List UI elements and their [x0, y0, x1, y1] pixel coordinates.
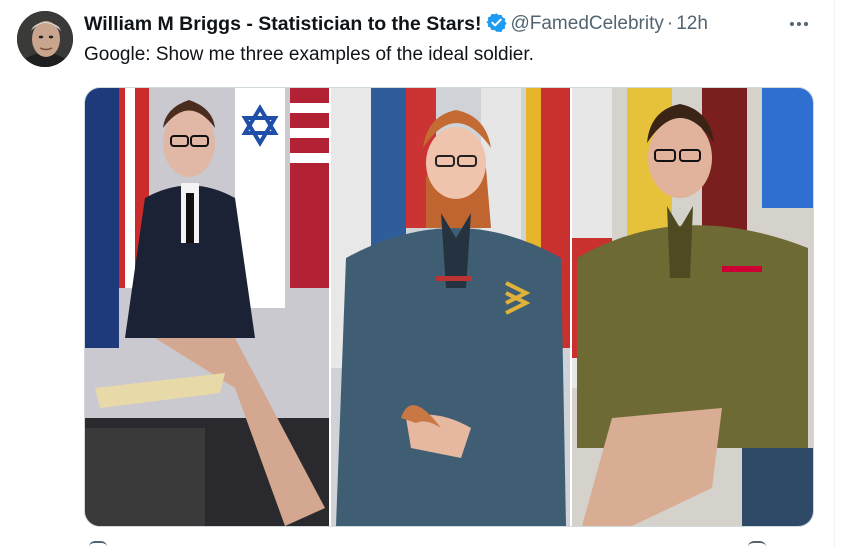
- timestamp[interactable]: 12h: [676, 13, 708, 34]
- separator-dot: ·: [666, 13, 674, 34]
- share-icon[interactable]: [748, 541, 766, 549]
- tweet-header: William M Briggs - Statistician to the S…: [84, 10, 813, 38]
- author-handle[interactable]: @FamedCelebrity: [510, 13, 663, 34]
- media-image-2[interactable]: [331, 88, 570, 526]
- verified-badge-icon: [486, 12, 508, 33]
- tweet-text: Google: Show me three examples of the id…: [84, 44, 534, 65]
- author-name[interactable]: William M Briggs - Statistician to the S…: [84, 13, 481, 35]
- reply-icon[interactable]: [89, 541, 107, 549]
- more-options-icon[interactable]: [787, 14, 811, 32]
- avatar[interactable]: [17, 11, 73, 67]
- media-image-3[interactable]: [572, 88, 813, 526]
- tweet-media-grid[interactable]: [84, 87, 814, 527]
- media-image-1[interactable]: [85, 88, 329, 526]
- timeline-border: [834, 0, 835, 547]
